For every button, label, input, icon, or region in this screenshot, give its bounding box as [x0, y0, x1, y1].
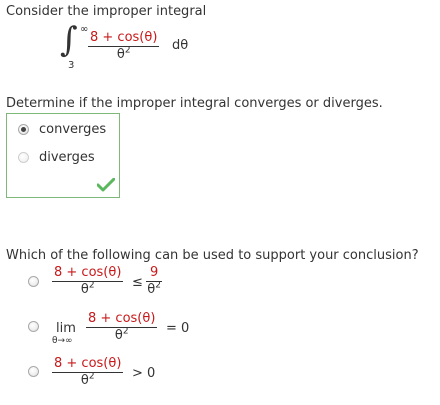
option-1-left-fraction: 8 + cos(θ) θ2	[52, 265, 124, 297]
option-2-numerator: 8 + cos(θ)	[86, 311, 158, 328]
option-2-expression: lim θ→∞ 8 + cos(θ) θ2 = 0	[52, 312, 222, 352]
differential: dθ	[172, 38, 189, 53]
option-2-den-exp: 2	[122, 326, 129, 337]
option-3-numerator: 8 + cos(θ)	[52, 356, 124, 373]
option-2-lim-sub: θ→∞	[52, 336, 73, 346]
option-label-diverges: diverges	[39, 150, 95, 165]
option-3-den-exp: 2	[88, 371, 95, 382]
radio-converges[interactable]	[18, 124, 29, 135]
option-3-expression: 8 + cos(θ) θ2 > 0	[52, 357, 222, 391]
radio-option-2[interactable]	[28, 321, 39, 332]
answer-box-correct: converges diverges	[6, 113, 120, 198]
option-2-relation: = 0	[166, 321, 190, 336]
radio-option-1[interactable]	[28, 276, 39, 287]
option-2-den-base: θ	[114, 328, 123, 343]
question-prompt: Consider the improper integral	[6, 4, 207, 19]
option-3-fraction: 8 + cos(θ) θ2	[52, 356, 124, 388]
lower-limit: 3	[68, 60, 75, 71]
integrand-den-base: θ	[116, 47, 125, 62]
option-1-right-numerator: 9	[146, 266, 163, 282]
correct-check-icon	[97, 178, 115, 192]
option-3-relation: > 0	[132, 366, 156, 381]
option-2-lim: lim	[56, 321, 76, 336]
option-label-converges: converges	[39, 122, 107, 137]
option-1-relation: ≤	[132, 275, 143, 290]
option-2-fraction: 8 + cos(θ) θ2	[86, 311, 158, 343]
option-1-left-den-base: θ	[80, 282, 89, 297]
radio-diverges[interactable]	[18, 152, 29, 163]
option-1-left-numerator: 8 + cos(θ)	[52, 265, 124, 282]
question2-prompt: Which of the following can be used to su…	[6, 248, 419, 263]
option-1-expression: 8 + cos(θ) θ2 ≤ 9 θ2	[52, 266, 222, 300]
question-ask: Determine if the improper integral conve…	[6, 96, 383, 111]
integrand-numerator: 8 + cos(θ)	[88, 30, 160, 47]
radio-option-3[interactable]	[28, 366, 39, 377]
option-1-left-den-exp: 2	[88, 280, 95, 291]
improper-integral: ∫ ∞ 3 8 + cos(θ) θ2 dθ	[60, 20, 200, 74]
option-3-den-base: θ	[80, 373, 89, 388]
option-1-right-den-exp: 2	[155, 280, 161, 291]
integrand-den-exp: 2	[124, 45, 131, 56]
integral-sign: ∫	[60, 20, 78, 60]
integrand-fraction: 8 + cos(θ) θ2	[88, 30, 160, 62]
option-1-right-fraction: 9 θ2	[146, 266, 163, 297]
